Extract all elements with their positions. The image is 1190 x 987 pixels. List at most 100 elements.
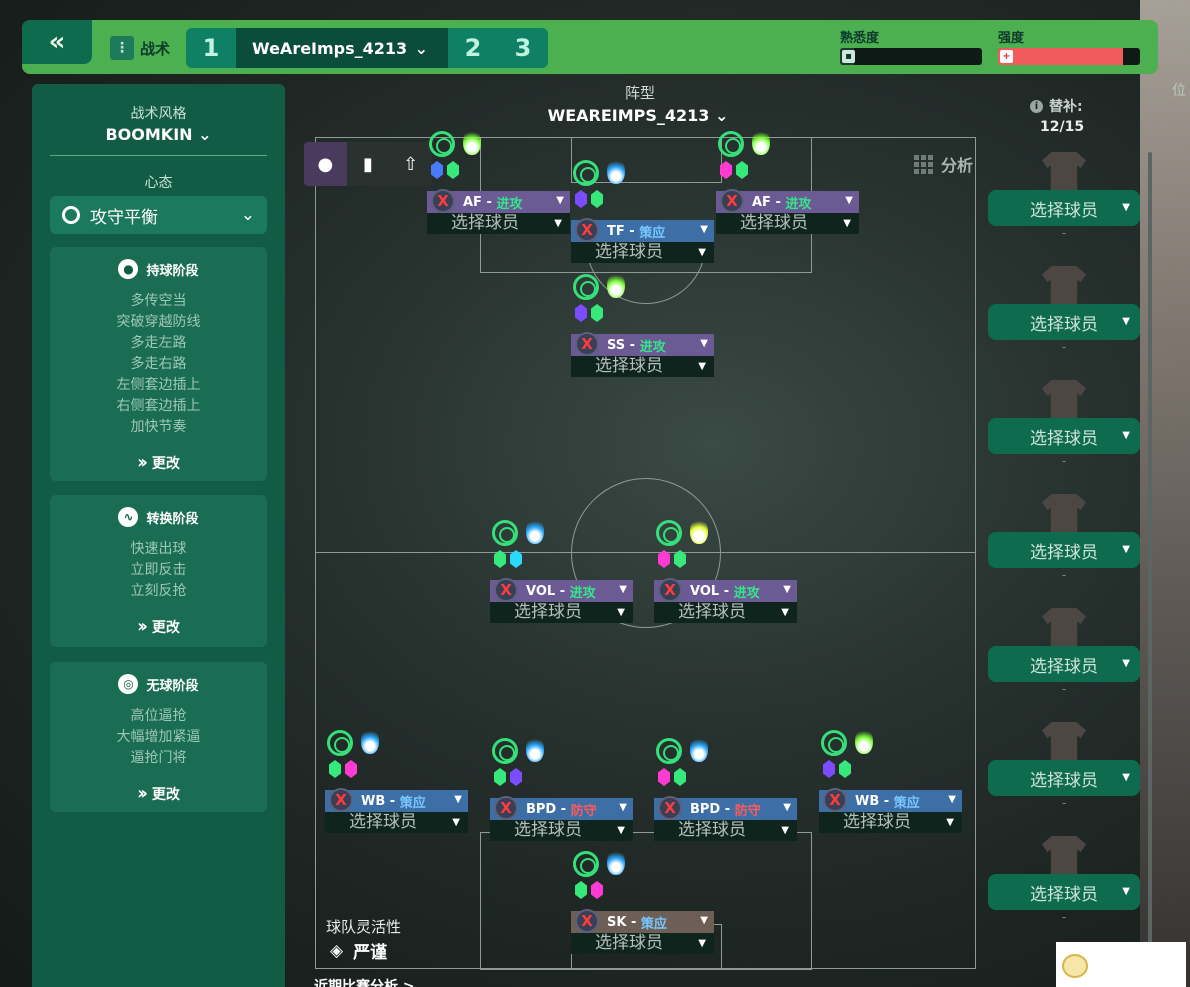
fitness-ring-icon	[573, 851, 599, 877]
sub-dash: -	[1061, 226, 1067, 240]
role-code: TF	[607, 223, 625, 239]
intensity-label: 强度	[998, 31, 1025, 46]
role-select[interactable]: X WB - 策应 ▼	[325, 788, 468, 812]
player-select[interactable]: 选择球员 ▼	[716, 213, 859, 234]
player-select[interactable]: 选择球员 ▼	[325, 812, 468, 833]
formation-select[interactable]: WEAREIMPS_4213 ⌄	[518, 106, 758, 125]
subs-scrollbar[interactable]	[1148, 152, 1152, 987]
role-duty: 防守	[734, 803, 761, 819]
stats-view-icon[interactable]: ▮	[347, 142, 390, 186]
style-value: BOOMKIN	[105, 125, 193, 144]
player-select[interactable]: 选择球员 ▼	[654, 602, 797, 623]
role-duty: 策应	[639, 225, 666, 241]
sub-slot: 选择球员 ▼ -	[988, 266, 1140, 354]
phase-instructions: 快速出球 立即反击 立刻反抢	[50, 539, 267, 602]
role-select[interactable]: X AF - 进攻 ▼	[716, 189, 859, 213]
formation-value: WEAREIMPS_4213	[547, 106, 710, 125]
tactic-slot-1[interactable]: 1	[186, 28, 236, 68]
role-select[interactable]: X AF - 进攻 ▼	[427, 189, 570, 213]
role-select[interactable]: X BPD - 防守 ▼	[654, 796, 797, 820]
style-select[interactable]: BOOMKIN ⌄	[32, 125, 285, 144]
clear-role-icon[interactable]: X	[823, 788, 847, 812]
clear-role-icon[interactable]: X	[329, 788, 353, 812]
flame-icon	[607, 158, 625, 184]
caret-down-icon: ▼	[783, 802, 791, 813]
grid-icon	[914, 154, 933, 174]
double-chevron-icon: ››	[137, 616, 148, 637]
clear-role-icon[interactable]: X	[575, 332, 599, 356]
player-select[interactable]: 选择球员 ▼	[490, 820, 633, 841]
sub-select-button[interactable]: 选择球员 ▼	[988, 646, 1140, 682]
player-select[interactable]: 选择球员 ▼	[654, 820, 797, 841]
recent-analysis-link[interactable]: 近期比赛分析 >	[314, 976, 415, 987]
tactics-header: ⋮ 战术	[110, 36, 170, 60]
tactic-slot-3[interactable]: 3	[498, 28, 548, 68]
select-player-label: 选择球员	[1030, 428, 1098, 449]
hex-badge-icon	[575, 190, 587, 208]
team-flexibility-value[interactable]: ◈ 严谨	[330, 938, 387, 964]
clear-role-icon[interactable]: X	[658, 796, 682, 820]
role-select[interactable]: X VOL - 进攻 ▼	[654, 578, 797, 602]
sub-dash: -	[1061, 682, 1067, 696]
chevron-down-icon: ⌄	[414, 38, 428, 58]
caret-down-icon: ▼	[454, 794, 462, 805]
role-select[interactable]: X SS - 进攻 ▼	[571, 332, 714, 356]
role-select[interactable]: X BPD - 防守 ▼	[490, 796, 633, 820]
player-select[interactable]: 选择球员 ▼	[571, 242, 714, 263]
intensity-meter[interactable]: +	[998, 48, 1140, 65]
player-select[interactable]: 选择球员 ▼	[571, 356, 714, 377]
tactics-board-icon: ⋮	[110, 36, 134, 60]
analysis-button[interactable]: 分析	[914, 152, 973, 176]
phase-title: 转换阶段	[146, 511, 199, 527]
clear-role-icon[interactable]: X	[658, 578, 682, 602]
instructions-view-icon[interactable]: ⇧	[389, 142, 432, 186]
select-player-label: 选择球员	[1030, 884, 1098, 905]
flame-icon	[361, 728, 379, 754]
role-select[interactable]: X SK - 策应 ▼	[571, 909, 714, 933]
familiarity-meter[interactable]: ▪	[840, 48, 982, 65]
player-view-icon[interactable]: ●	[304, 142, 347, 186]
player-select[interactable]: 选择球员 ▼	[819, 812, 962, 833]
role-separator: -	[626, 914, 641, 930]
select-player-label: 选择球员	[349, 812, 417, 832]
fitness-ring-icon	[492, 520, 518, 546]
role-select[interactable]: X TF - 策应 ▼	[571, 218, 714, 242]
hex-badge-icon	[510, 550, 522, 568]
active-tactic-select[interactable]: WeAreImps_4213 ⌄	[236, 28, 448, 68]
position-card: X BPD - 防守 ▼ 选择球员 ▼	[490, 736, 633, 841]
player-select[interactable]: 选择球员 ▼	[427, 213, 570, 234]
clear-role-icon[interactable]: X	[431, 189, 455, 213]
clear-role-icon[interactable]: X	[494, 578, 518, 602]
back-button[interactable]: «	[22, 20, 92, 64]
hex-badge-icon	[329, 760, 341, 778]
hex-badge-icon	[736, 161, 748, 179]
tactic-slot-2[interactable]: 2	[448, 28, 498, 68]
info-icon[interactable]: i	[1030, 99, 1043, 113]
player-select[interactable]: 选择球员 ▼	[490, 602, 633, 623]
ball-icon: ●	[118, 259, 139, 279]
hex-badge-icon	[591, 304, 603, 322]
change-button[interactable]: ›› 更改	[50, 452, 267, 473]
sub-select-button[interactable]: 选择球员 ▼	[988, 190, 1140, 226]
sub-select-button[interactable]: 选择球员 ▼	[988, 304, 1140, 340]
position-card: X WB - 策应 ▼ 选择球员 ▼	[325, 728, 468, 833]
clear-role-icon[interactable]: X	[575, 909, 599, 933]
sub-select-button[interactable]: 选择球员 ▼	[988, 760, 1140, 796]
shirt-icon	[1042, 152, 1086, 190]
clear-role-icon[interactable]: X	[494, 796, 518, 820]
flame-icon	[526, 518, 544, 544]
change-button[interactable]: ›› 更改	[50, 616, 267, 637]
clear-role-icon[interactable]: X	[575, 218, 599, 242]
mentality-select[interactable]: 攻守平衡 ⌄	[50, 196, 267, 234]
role-select[interactable]: X VOL - 进攻 ▼	[490, 578, 633, 602]
fitness-ring-icon	[718, 131, 744, 157]
sub-select-button[interactable]: 选择球员 ▼	[988, 532, 1140, 568]
change-button[interactable]: ›› 更改	[50, 783, 267, 804]
role-duty: 进攻	[639, 339, 666, 355]
caret-down-icon: ▼	[617, 607, 625, 618]
player-select[interactable]: 选择球员 ▼	[571, 933, 714, 954]
clear-role-icon[interactable]: X	[720, 189, 744, 213]
sub-select-button[interactable]: 选择球员 ▼	[988, 418, 1140, 454]
sub-select-button[interactable]: 选择球员 ▼	[988, 874, 1140, 910]
role-select[interactable]: X WB - 策应 ▼	[819, 788, 962, 812]
